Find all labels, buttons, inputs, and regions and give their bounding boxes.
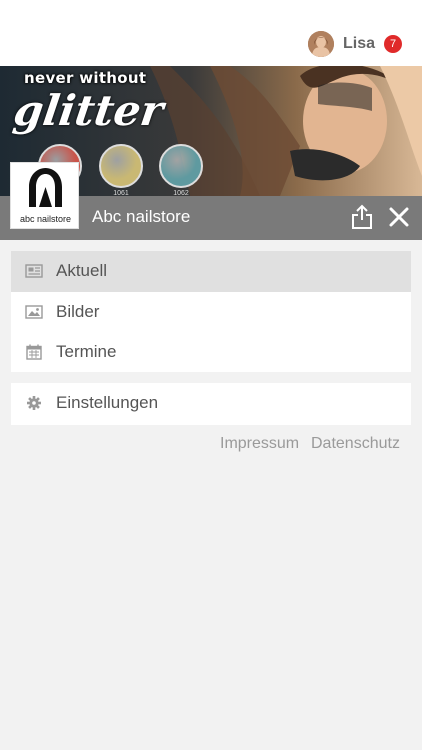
menu-item-label: Aktuell [56, 261, 108, 280]
username[interactable]: Lisa [343, 35, 375, 53]
newspaper-icon [25, 264, 43, 278]
notification-badge[interactable]: 7 [384, 35, 402, 53]
calendar-icon [26, 344, 42, 360]
menu-item-aktuell[interactable]: Aktuell [11, 251, 411, 292]
store-title: Abc nailstore [92, 207, 191, 226]
menu-item-label: Bilder [56, 302, 100, 321]
datenschutz-link[interactable]: Datenschutz [311, 435, 400, 453]
avatar[interactable] [307, 31, 334, 57]
impressum-link[interactable]: Impressum [220, 435, 299, 453]
main-menu: Aktuell Bilder Termine [11, 251, 411, 372]
settings-menu: Einstellungen [11, 383, 411, 425]
share-icon[interactable] [350, 204, 374, 230]
logo-text: abc nailstore [19, 214, 72, 224]
menu-item-termine[interactable]: Termine [11, 332, 411, 373]
store-logo: abc nailstore [10, 162, 79, 229]
banner-tagline: never without [24, 69, 147, 87]
top-bar: Lisa 7 [0, 0, 422, 66]
banner-headline: glitter [10, 86, 167, 135]
menu-item-label: Einstellungen [56, 393, 159, 412]
menu-item-label: Termine [56, 342, 117, 361]
glitter-swatch-teal [159, 144, 203, 188]
menu-item-einstellungen[interactable]: Einstellungen [11, 383, 411, 424]
gear-icon [27, 396, 41, 410]
image-icon [25, 305, 43, 319]
close-icon[interactable] [388, 206, 410, 228]
menu-item-bilder[interactable]: Bilder [11, 292, 411, 333]
user-profile[interactable]: Lisa 7 [307, 30, 402, 58]
glitter-swatch-gold [99, 144, 143, 188]
